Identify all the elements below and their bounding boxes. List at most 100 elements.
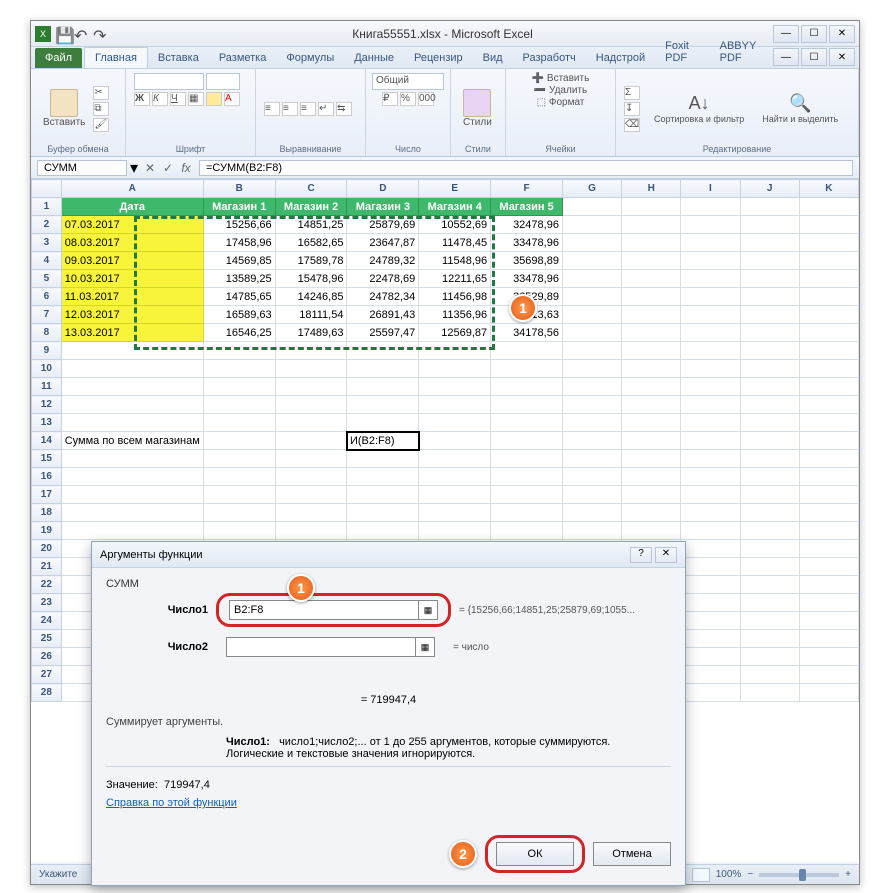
cell-J27[interactable]	[740, 666, 799, 684]
font-color-button[interactable]: A	[224, 92, 240, 106]
name-box[interactable]	[37, 160, 127, 176]
cell-B8[interactable]: 16546,25	[203, 324, 275, 342]
format-painter-icon[interactable]: 🖌	[93, 118, 109, 132]
number-format-combo[interactable]: Общий	[372, 73, 444, 90]
cell-G2[interactable]	[562, 216, 621, 234]
cell-H15[interactable]	[622, 450, 681, 468]
cell-A8[interactable]: 13.03.2017	[61, 324, 203, 342]
zoom-in-button[interactable]: +	[845, 869, 851, 880]
align-center-icon[interactable]: ≡	[282, 102, 298, 116]
cell-A18[interactable]	[61, 504, 203, 522]
fill-color-button[interactable]	[206, 92, 222, 106]
cell-F12[interactable]	[491, 396, 563, 414]
cell-K21[interactable]	[799, 558, 858, 576]
cell-D19[interactable]	[347, 522, 419, 540]
doc-maximize-button[interactable]: ☐	[801, 48, 827, 66]
copy-icon[interactable]: ⧉	[93, 102, 109, 116]
cell-E2[interactable]: 10552,69	[419, 216, 491, 234]
cell-B3[interactable]: 17458,96	[203, 234, 275, 252]
cell-G3[interactable]	[562, 234, 621, 252]
cell-D5[interactable]: 22478,69	[347, 270, 419, 288]
cell-C13[interactable]	[275, 414, 347, 432]
row-header-28[interactable]: 28	[32, 684, 62, 702]
cell-B13[interactable]	[203, 414, 275, 432]
cell-G7[interactable]	[562, 306, 621, 324]
align-left-icon[interactable]: ≡	[264, 102, 280, 116]
formula-bar[interactable]	[199, 160, 853, 176]
cell-K19[interactable]	[799, 522, 858, 540]
cell-F11[interactable]	[491, 378, 563, 396]
cell-H12[interactable]	[622, 396, 681, 414]
cell-I26[interactable]	[681, 648, 740, 666]
cell-G5[interactable]	[562, 270, 621, 288]
row-header-25[interactable]: 25	[32, 630, 62, 648]
tab-data[interactable]: Данные	[344, 48, 404, 68]
cell-H13[interactable]	[622, 414, 681, 432]
row-header-27[interactable]: 27	[32, 666, 62, 684]
cell-D16[interactable]	[347, 468, 419, 486]
cell-K2[interactable]	[799, 216, 858, 234]
currency-icon[interactable]: ₽	[382, 92, 398, 106]
cell-J7[interactable]	[740, 306, 799, 324]
cell-E16[interactable]	[419, 468, 491, 486]
row-header-2[interactable]: 2	[32, 216, 62, 234]
cell-I3[interactable]	[681, 234, 740, 252]
cell-A14[interactable]: Сумма по всем магазинам	[61, 432, 203, 450]
cell-F4[interactable]: 35698,89	[491, 252, 563, 270]
cell-C10[interactable]	[275, 360, 347, 378]
cell-B5[interactable]: 13589,25	[203, 270, 275, 288]
cell-B12[interactable]	[203, 396, 275, 414]
cell-I23[interactable]	[681, 594, 740, 612]
cell-A10[interactable]	[61, 360, 203, 378]
row-header-18[interactable]: 18	[32, 504, 62, 522]
dialog-help-button[interactable]: ?	[630, 547, 652, 563]
col-header-G[interactable]: G	[562, 180, 621, 198]
cell-I5[interactable]	[681, 270, 740, 288]
cell-E13[interactable]	[419, 414, 491, 432]
cell-I24[interactable]	[681, 612, 740, 630]
cell-D13[interactable]	[347, 414, 419, 432]
cell-D3[interactable]: 23647,87	[347, 234, 419, 252]
cell-B9[interactable]	[203, 342, 275, 360]
cell-H11[interactable]	[622, 378, 681, 396]
row-header-19[interactable]: 19	[32, 522, 62, 540]
cell-H1[interactable]	[622, 198, 681, 216]
cell-I21[interactable]	[681, 558, 740, 576]
arg1-input[interactable]	[229, 600, 419, 620]
cell-E19[interactable]	[419, 522, 491, 540]
cell-E10[interactable]	[419, 360, 491, 378]
cell-A1[interactable]: Дата	[61, 198, 203, 216]
cell-B19[interactable]	[203, 522, 275, 540]
row-header-22[interactable]: 22	[32, 576, 62, 594]
cell-I20[interactable]	[681, 540, 740, 558]
cell-J15[interactable]	[740, 450, 799, 468]
doc-minimize-button[interactable]: —	[773, 48, 799, 66]
ok-button[interactable]: ОК	[496, 842, 574, 866]
border-button[interactable]: ▦	[188, 92, 204, 106]
cell-J19[interactable]	[740, 522, 799, 540]
insert-function-icon[interactable]: fx	[177, 161, 195, 175]
qat-save-icon[interactable]: 💾	[55, 26, 71, 42]
cell-A16[interactable]	[61, 468, 203, 486]
cell-J24[interactable]	[740, 612, 799, 630]
cell-E17[interactable]	[419, 486, 491, 504]
cell-J5[interactable]	[740, 270, 799, 288]
cell-I16[interactable]	[681, 468, 740, 486]
dialog-close-button[interactable]: ✕	[655, 547, 677, 563]
cell-K26[interactable]	[799, 648, 858, 666]
row-header-5[interactable]: 5	[32, 270, 62, 288]
cell-K6[interactable]	[799, 288, 858, 306]
cell-F16[interactable]	[491, 468, 563, 486]
cell-F18[interactable]	[491, 504, 563, 522]
cell-I22[interactable]	[681, 576, 740, 594]
cell-D7[interactable]: 26891,43	[347, 306, 419, 324]
cell-G16[interactable]	[562, 468, 621, 486]
cell-E1[interactable]: Магазин 4	[419, 198, 491, 216]
insert-cells-button[interactable]: ➕ Вставить	[532, 73, 590, 84]
cell-E5[interactable]: 12211,65	[419, 270, 491, 288]
row-header-24[interactable]: 24	[32, 612, 62, 630]
row-header-12[interactable]: 12	[32, 396, 62, 414]
cell-G8[interactable]	[562, 324, 621, 342]
tab-foxit[interactable]: Foxit PDF	[655, 36, 709, 68]
zoom-out-button[interactable]: −	[747, 869, 753, 880]
